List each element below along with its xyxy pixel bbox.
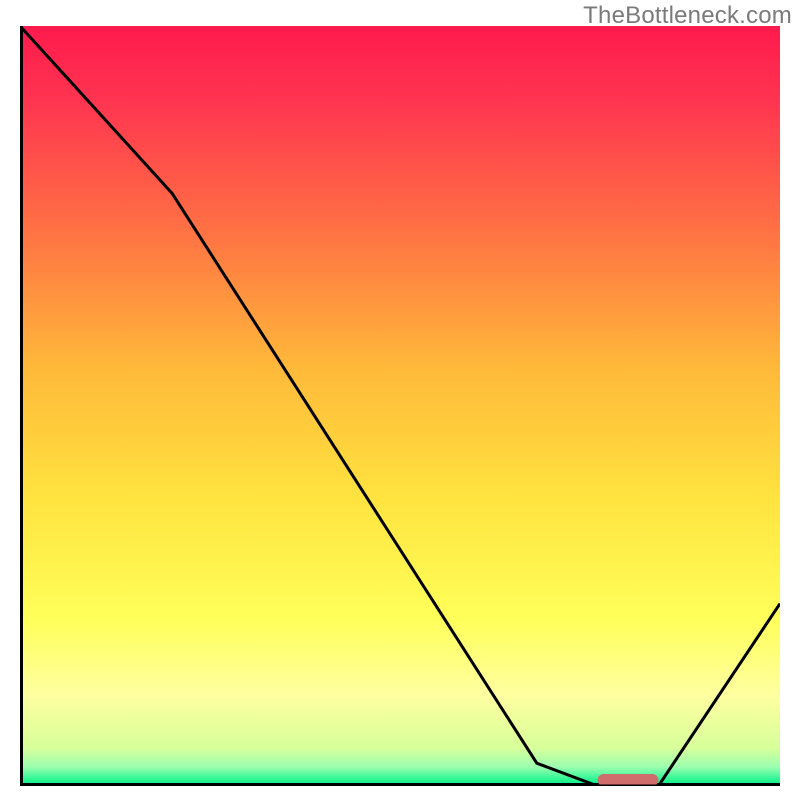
optimal-range-marker [598, 774, 659, 786]
curve-layer [20, 26, 780, 786]
bottleneck-curve [20, 26, 780, 786]
plot-area [20, 26, 780, 786]
chart-container: TheBottleneck.com [0, 0, 800, 800]
